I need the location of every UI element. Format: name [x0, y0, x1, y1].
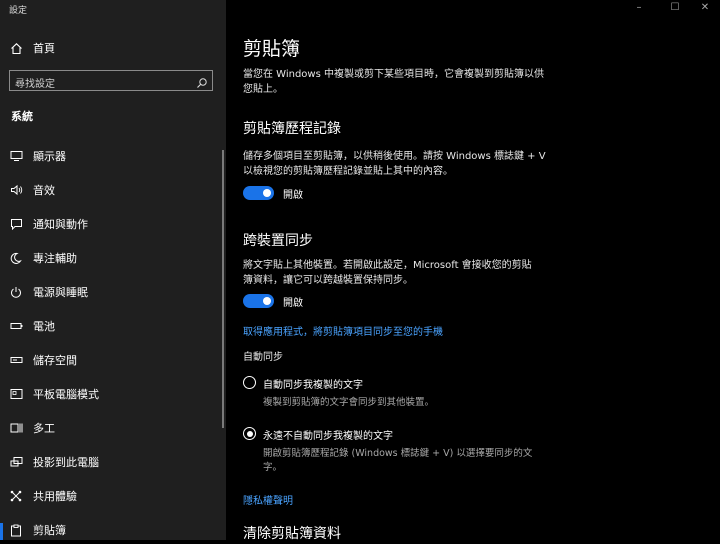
close-button[interactable]: ✕ — [688, 0, 720, 16]
never-sync-option-label[interactable]: 永遠不自動同步我複製的文字 — [263, 427, 393, 442]
speaker-icon — [9, 183, 23, 197]
sidebar-item-display[interactable]: 顯示器 — [0, 142, 226, 170]
history-toggle[interactable] — [243, 186, 274, 200]
sidebar-item-focus-assist[interactable]: 專注輔助 — [0, 244, 226, 272]
history-desc-line1: 儲存多個項目至剪貼簿，以供稍後使用。請按 Windows 標誌鍵 + V — [243, 151, 546, 162]
multitask-icon — [9, 421, 23, 435]
sidebar-item-label: 電池 — [33, 320, 55, 333]
sidebar-item-label: 電源與睡眠 — [33, 286, 88, 299]
sidebar-item-label: 平板電腦模式 — [33, 388, 99, 401]
home-label: 首頁 — [33, 42, 55, 55]
toggle-knob — [263, 189, 271, 197]
shared-icon — [9, 489, 23, 503]
history-toggle-label: 開啟 — [283, 190, 303, 201]
auto-sync-option-desc: 複製到剪貼簿的文字會同步到其他裝置。 — [263, 397, 435, 408]
intro-text-line1: 當您在 Windows 中複製或剪下某些項目時，它會複製到剪貼簿以供 — [243, 69, 544, 80]
sidebar-item-label: 投影到此電腦 — [33, 456, 99, 469]
auto-sync-option-label[interactable]: 自動同步我複製的文字 — [263, 376, 363, 391]
active-indicator — [0, 523, 3, 540]
sidebar-item-label: 顯示器 — [33, 150, 66, 163]
sync-desc-line1: 將文字貼上其他裝置。若開啟此設定，Microsoft 會接收您的剪貼 — [243, 260, 532, 271]
section-title: 系統 — [11, 110, 33, 123]
sidebar-item-battery[interactable]: 電池 — [0, 312, 226, 340]
auto-sync-radio[interactable] — [243, 376, 256, 389]
sync-heading: 跨裝置同步 — [243, 233, 313, 249]
clear-heading: 清除剪貼簿資料 — [243, 526, 341, 542]
sidebar-item-notifications[interactable]: 通知與動作 — [0, 210, 226, 238]
sidebar-item-sound[interactable]: 音效 — [0, 176, 226, 204]
search-input[interactable]: 尋找設定 — [9, 70, 213, 91]
sidebar-item-power[interactable]: 電源與睡眠 — [0, 278, 226, 306]
search-placeholder: 尋找設定 — [15, 79, 55, 90]
history-desc-line2: 以檢視您的剪貼簿歷程記錄並貼上其中的內容。 — [243, 166, 453, 177]
sidebar-item-label: 音效 — [33, 184, 55, 197]
clipboard-icon — [9, 523, 23, 537]
moon-icon — [9, 251, 23, 265]
storage-icon — [9, 353, 23, 367]
battery-icon — [9, 319, 23, 333]
sidebar-item-projecting[interactable]: 投影到此電腦 — [0, 448, 226, 476]
sidebar-item-multitasking[interactable]: 多工 — [0, 414, 226, 442]
radio-selected-dot — [246, 430, 253, 437]
sidebar-scrollbar[interactable] — [222, 150, 224, 428]
toggle-knob — [263, 297, 271, 305]
never-sync-radio[interactable] — [243, 427, 256, 440]
never-sync-option-desc-line2: 字。 — [263, 462, 283, 473]
never-sync-option-desc-line1: 開啟剪貼簿歷程記錄 (Windows 標誌鍵 + V) 以選擇要同步的文 — [263, 448, 533, 459]
search-icon[interactable] — [196, 74, 208, 88]
privacy-link[interactable]: 隱私權聲明 — [243, 492, 293, 507]
sidebar-item-shared-experiences[interactable]: 共用體驗 — [0, 482, 226, 510]
history-heading: 剪貼簿歷程記錄 — [243, 121, 341, 137]
sidebar-item-label: 通知與動作 — [33, 218, 88, 231]
notification-icon — [9, 217, 23, 231]
sync-desc-line2: 簿資料，讓它可以跨越裝置保持同步。 — [243, 275, 413, 286]
sidebar-item-storage[interactable]: 儲存空間 — [0, 346, 226, 374]
power-icon — [9, 285, 23, 299]
phone-sync-link[interactable]: 取得應用程式，將剪貼簿項目同步至您的手機 — [243, 323, 443, 338]
sidebar-item-label: 剪貼簿 — [33, 524, 66, 537]
sidebar-item-label: 共用體驗 — [33, 490, 77, 503]
sidebar: 設定 首頁 尋找設定 系統 顯示器 音效 通知與動作 專注輔助 電源與睡眠 電池 — [0, 0, 226, 540]
project-icon — [9, 455, 23, 469]
sync-toggle[interactable] — [243, 294, 274, 308]
page-title: 剪貼簿 — [243, 38, 301, 60]
display-icon — [9, 149, 23, 163]
window-title: 設定 — [9, 6, 28, 16]
sync-toggle-label: 開啟 — [283, 298, 303, 309]
intro-text-line2: 您貼上。 — [243, 84, 283, 95]
auto-sync-label: 自動同步 — [243, 352, 283, 363]
sidebar-item-label: 多工 — [33, 422, 55, 435]
home-icon — [9, 41, 23, 55]
minimize-button[interactable]: – — [622, 0, 656, 16]
tablet-icon — [9, 387, 23, 401]
sidebar-item-label: 儲存空間 — [33, 354, 77, 367]
sidebar-item-tablet-mode[interactable]: 平板電腦模式 — [0, 380, 226, 408]
maximize-button[interactable]: ☐ — [658, 0, 692, 16]
sidebar-item-label: 專注輔助 — [33, 252, 77, 265]
home-link[interactable]: 首頁 — [0, 34, 226, 62]
